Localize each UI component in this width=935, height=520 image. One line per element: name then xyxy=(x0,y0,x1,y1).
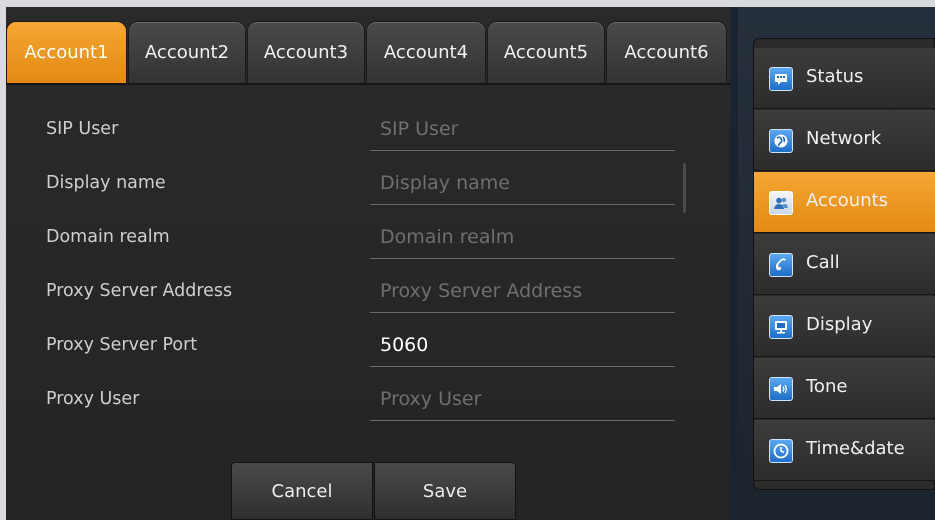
sidebar-item-time-date[interactable]: Time&date xyxy=(754,420,935,481)
account-tab-bar: Account1 Account2 Account3 Account4 Acco… xyxy=(6,21,730,83)
sidebar-item-label: Network xyxy=(806,128,882,149)
sidebar-item-network[interactable]: Network xyxy=(754,110,935,171)
sidebar-item-tone[interactable]: Tone xyxy=(754,358,935,419)
display-icon xyxy=(769,315,793,339)
sidebar-item-label: Tone xyxy=(806,376,848,397)
tab-account3[interactable]: Account3 xyxy=(247,21,365,83)
call-icon xyxy=(769,253,793,277)
proxy-server-port-input[interactable] xyxy=(380,331,665,359)
proxy-server-address-label: Proxy Server Address xyxy=(46,281,233,301)
tab-bar-divider xyxy=(6,83,730,85)
sidebar-item-call[interactable]: Call xyxy=(754,234,935,295)
tab-account4[interactable]: Account4 xyxy=(366,21,486,83)
status-icon xyxy=(769,67,793,91)
cancel-button[interactable]: Cancel xyxy=(231,462,373,520)
tab-account1[interactable]: Account1 xyxy=(6,21,127,83)
sidebar-item-label: Call xyxy=(806,252,840,273)
settings-sidebar: Status Network Accounts Call Display Ton… xyxy=(753,38,935,490)
domain-realm-field-wrap xyxy=(370,213,675,259)
sip-user-input[interactable] xyxy=(380,115,665,143)
sip-user-field-wrap xyxy=(370,105,675,151)
domain-realm-label: Domain realm xyxy=(46,227,170,247)
window-frame-top xyxy=(0,0,935,7)
save-button[interactable]: Save xyxy=(374,462,516,520)
tab-account5[interactable]: Account5 xyxy=(487,21,605,83)
proxy-user-label: Proxy User xyxy=(46,389,140,409)
sidebar-item-status[interactable]: Status xyxy=(754,48,935,109)
sidebar-item-accounts[interactable]: Accounts xyxy=(754,172,935,233)
network-icon xyxy=(769,129,793,153)
form-row-proxy-server-port: Proxy Server Port xyxy=(6,321,730,375)
proxy-user-input[interactable] xyxy=(380,385,665,413)
tab-account6[interactable]: Account6 xyxy=(606,21,727,83)
sidebar-item-label: Display xyxy=(806,314,873,335)
scrollbar-thumb[interactable] xyxy=(683,163,686,213)
sidebar-item-label: Time&date xyxy=(806,438,905,459)
clock-icon xyxy=(769,439,793,463)
proxy-server-address-field-wrap xyxy=(370,267,675,313)
tab-account2[interactable]: Account2 xyxy=(128,21,246,83)
display-name-label: Display name xyxy=(46,173,166,193)
account-settings-panel: Account1 Account2 Account3 Account4 Acco… xyxy=(6,7,730,520)
proxy-server-address-input[interactable] xyxy=(380,277,665,305)
sidebar-item-display[interactable]: Display xyxy=(754,296,935,357)
sidebar-item-label: Status xyxy=(806,66,864,87)
form-row-proxy-server-address: Proxy Server Address xyxy=(6,267,730,321)
tone-icon xyxy=(769,377,793,401)
display-name-field-wrap xyxy=(370,159,675,205)
form-row-proxy-user: Proxy User xyxy=(6,375,730,429)
domain-realm-input[interactable] xyxy=(380,223,665,251)
proxy-server-port-label: Proxy Server Port xyxy=(46,335,198,355)
proxy-server-port-field-wrap xyxy=(370,321,675,367)
accounts-icon xyxy=(769,191,793,215)
form-row-domain-realm: Domain realm xyxy=(6,213,730,267)
sip-user-label: SIP User xyxy=(46,119,119,139)
display-name-input[interactable] xyxy=(380,169,665,197)
sidebar-item-label: Accounts xyxy=(806,190,889,211)
form-row-display-name: Display name xyxy=(6,159,730,213)
proxy-user-field-wrap xyxy=(370,375,675,421)
form-row-sip-user: SIP User xyxy=(6,105,730,159)
